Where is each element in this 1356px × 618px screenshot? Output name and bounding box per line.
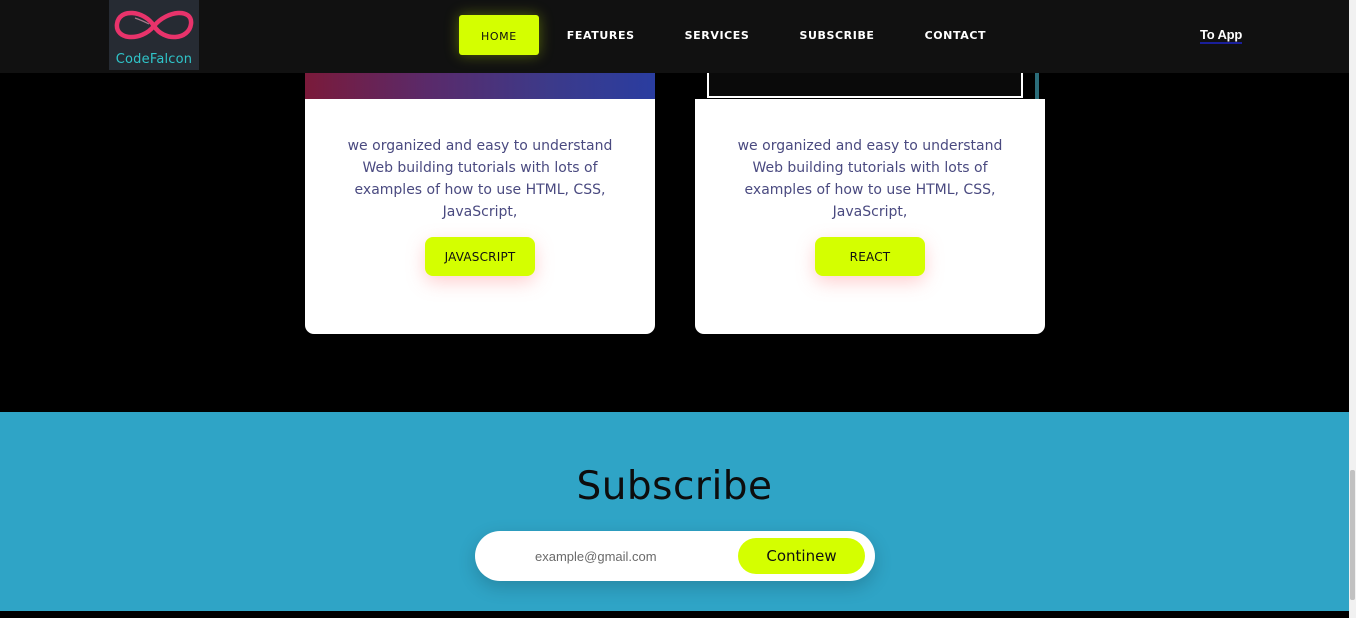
subscribe-title: Subscribe [576,464,773,509]
react-button[interactable]: REACT [815,237,925,276]
logo-text: CodeFalcon [115,52,193,67]
subscribe-section: Subscribe Continew [0,412,1349,611]
card-description: we organized and easy to understand Web … [737,138,1003,220]
card-image [695,73,1045,99]
logo[interactable]: CodeFalcon [109,0,199,70]
nav-features-link[interactable]: FEATURES [567,29,635,42]
cards-section: we organized and easy to understand Web … [0,73,1349,412]
card-image-screen [707,73,1023,98]
tutorial-card: we organized and easy to understand Web … [695,73,1045,334]
tutorial-card: we organized and easy to understand Web … [305,73,655,334]
bottom-strip [0,611,1349,618]
continue-button[interactable]: Continew [738,538,865,574]
card-description: we organized and easy to understand Web … [347,138,613,220]
infinity-logo-icon [114,10,194,40]
top-navbar: CodeFalcon HOME FEATURES SERVICES SUBSCR… [0,0,1349,73]
nav-links: HOME FEATURES SERVICES SUBSCRIBE CONTACT [459,15,1036,55]
card-image [305,73,655,99]
scrollbar-thumb[interactable] [1350,470,1355,600]
nav-home-link[interactable]: HOME [459,15,539,55]
card-image-edge [1035,73,1039,99]
nav-subscribe-link[interactable]: SUBSCRIBE [799,29,874,42]
nav-contact-link[interactable]: CONTACT [925,29,987,42]
javascript-button[interactable]: JAVASCRIPT [425,237,535,276]
scrollbar[interactable] [1349,0,1356,618]
subscribe-form: Continew [475,531,875,581]
email-input[interactable] [535,545,715,567]
to-app-link[interactable]: To App [1200,27,1242,44]
nav-services-link[interactable]: SERVICES [685,29,750,42]
